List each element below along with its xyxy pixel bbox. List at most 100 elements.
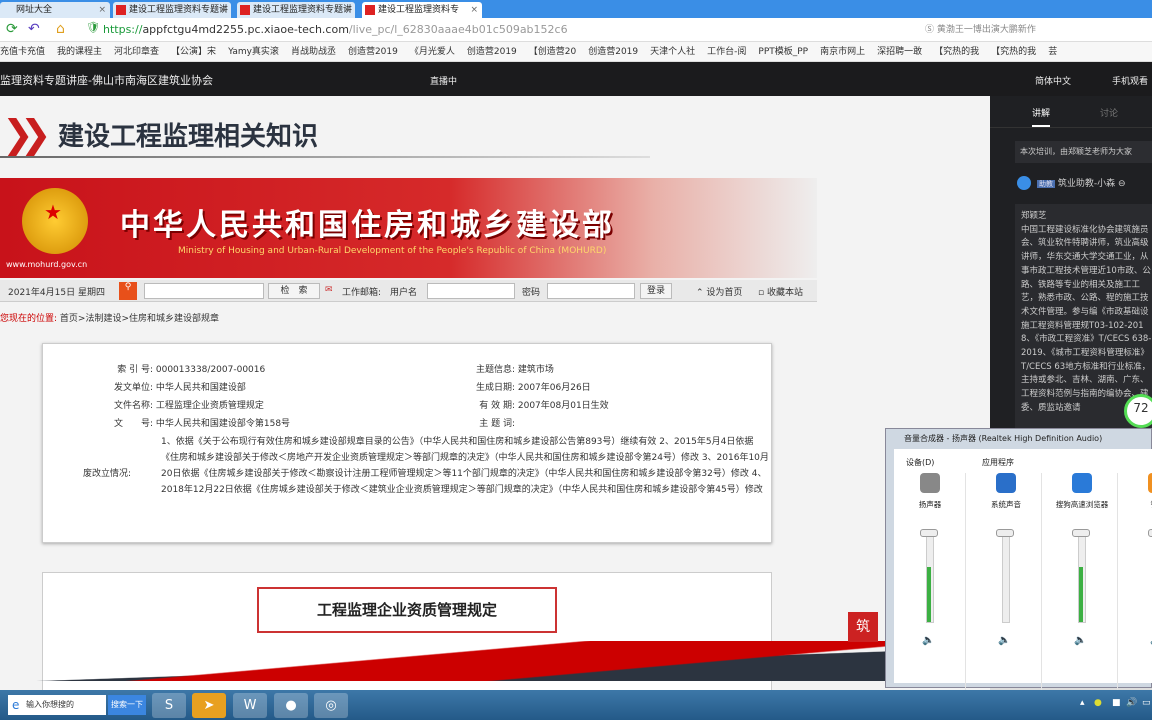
slider-handle[interactable] [996, 529, 1014, 537]
bookmark-item[interactable]: 深招聘一敢 [877, 42, 922, 61]
bookmark-item[interactable]: 【究热的我 [991, 42, 1036, 61]
national-emblem-icon: ★ [22, 188, 88, 254]
favicon-icon [116, 5, 126, 15]
divider [0, 156, 650, 158]
ministry-banner: ★ 中华人民共和国住房和城乡建设部 Ministry of Housing an… [0, 178, 817, 278]
slider-handle[interactable] [1148, 529, 1152, 537]
ie-icon: e [12, 698, 20, 712]
chevron-icon: ❯❯ [2, 112, 52, 156]
sogou-browser-icon[interactable]: S [152, 693, 186, 718]
bookmark-item[interactable]: 【究热的我 [934, 42, 979, 61]
live-sidebar: 讲解 讨论 本次培训，由郑颖芝老师为大家 助教 筑业助教-小森 ⊖ 郑颖芝 中国工程… [990, 96, 1152, 436]
taskbar-search-button[interactable]: 搜索一下 [108, 695, 146, 715]
mute-speaker-icon[interactable]: 🔈 [1074, 635, 1086, 646]
app-icon [1148, 473, 1152, 493]
mixer-channel: 钉钉 🔈 [1122, 473, 1152, 693]
slider-handle[interactable] [920, 529, 938, 537]
tab-0[interactable]: 网址大全 × [0, 2, 110, 18]
username-input[interactable] [427, 283, 515, 299]
bookmark-item[interactable]: 创造营2019 [348, 42, 398, 61]
home-icon[interactable]: ⌂ [56, 21, 65, 37]
bookmark-item[interactable]: 工作台-阅 [707, 42, 746, 61]
close-icon[interactable]: × [470, 2, 478, 18]
app-icon[interactable]: ● [274, 693, 308, 718]
network-icon[interactable]: ▭ [1142, 698, 1151, 708]
favicon-icon [240, 5, 250, 15]
level-meter [1079, 567, 1083, 622]
tab-2[interactable]: 建设工程监理资料专题讲 × [237, 2, 355, 18]
mixer-channel: 系统声音 🔈 [970, 473, 1042, 693]
speaker-icon[interactable]: 🔊 [1126, 698, 1137, 708]
secure-icon: 🛡 [86, 21, 100, 34]
bookmark-item[interactable]: 芸 [1048, 42, 1057, 61]
volume-mixer-window: 音量合成器 - 扬声器 (Realtek High Definition Aud… [885, 428, 1152, 693]
mixer-channel: 搜狗高速浏览器 🔈 [1046, 473, 1118, 693]
tray-app-icon[interactable]: ● [1094, 698, 1102, 708]
browser-tab-bar: 网址大全 × 建设工程监理资料专题讲 × 建设工程监理资料专题讲 × 建设工程监理资料… [0, 0, 1152, 18]
role-badge: 助教 [1037, 180, 1055, 188]
bookmark-item[interactable]: PPT模板_PP [758, 42, 808, 61]
more-icon[interactable]: ⊖ [1118, 179, 1126, 189]
word-icon[interactable]: W [233, 693, 267, 718]
live-status: 直播中 [430, 77, 458, 87]
set-home-link[interactable]: ⌃ 设为首页 [696, 285, 742, 298]
site-search-input[interactable] [144, 283, 264, 299]
tab-explain[interactable]: 讲解 [1032, 106, 1051, 127]
mixer-channel: 扬声器 🔈 [894, 473, 966, 693]
dingtalk-icon[interactable]: ➤ [192, 693, 226, 718]
page-header: 监理资料专题讲座-佛山市南海区建筑业协会 直播中 简体中文 手机观看 [0, 62, 1152, 96]
announcement: 本次培训，由郑颖芝老师为大家 [1015, 141, 1152, 163]
mobile-view-button[interactable]: 手机观看 [1112, 74, 1148, 87]
taskbar-search-input[interactable]: e 输入你想搜的 [8, 695, 106, 715]
bookmark-item[interactable]: 河北印章查 [114, 42, 159, 61]
level-meter [927, 567, 931, 622]
close-icon[interactable]: × [219, 2, 227, 18]
search-button[interactable]: 检 索 [268, 283, 320, 299]
document-meta-panel: 索 引 号: 000013338/2007-00016 主题信息: 建筑市场 发… [42, 343, 772, 543]
bookmark-item[interactable]: 《月光爱人 [410, 42, 455, 61]
zhuye-logo: 筑 [848, 612, 878, 642]
slider-handle[interactable] [1072, 529, 1090, 537]
site-toolbar: 2021年4月15日 星期四 ⚲ 检 索 ✉ 工作邮箱: 用户名 密码 登录 ⌃… [0, 280, 817, 302]
bookmark-item[interactable]: 肖战助战丞 [291, 42, 336, 61]
page-title: 监理资料专题讲座-佛山市南海区建筑业协会 [0, 74, 213, 87]
refresh-icon[interactable]: ⟳ [6, 21, 18, 37]
taskbar: e 输入你想搜的 搜索一下 S ➤ W ● ◎ ▴ ● ■ 🔊 ▭ [0, 690, 1152, 720]
slide-title: 建设工程监理相关知识 [58, 122, 319, 152]
favicon-icon [365, 5, 375, 15]
mute-speaker-icon[interactable]: 🔈 [922, 635, 934, 646]
undo-icon[interactable]: ↶ [28, 21, 40, 37]
bookmark-item[interactable]: 天津个人社 [650, 42, 695, 61]
bookmark-link[interactable]: ▫ 收藏本站 [758, 285, 803, 298]
tray-app2-icon[interactable]: ■ [1112, 698, 1121, 708]
tab-3[interactable]: 建设工程监理资料专 × [362, 2, 482, 18]
close-icon[interactable]: × [343, 2, 351, 18]
password-input[interactable] [547, 283, 635, 299]
bookmark-item[interactable]: 创造营2019 [467, 42, 517, 61]
mute-speaker-icon[interactable]: 🔈 [998, 635, 1010, 646]
bookmark-item[interactable]: 南京市网上 [820, 42, 865, 61]
close-icon[interactable]: × [98, 2, 106, 18]
window-title: 音量合成器 - 扬声器 (Realtek High Definition Aud… [904, 434, 1103, 443]
search-icon[interactable]: ⚲ [119, 282, 137, 300]
bookmark-item[interactable]: Yamy真实滚 [228, 42, 279, 61]
tab-discussion[interactable]: 讨论 [1100, 106, 1118, 119]
bookmark-item[interactable]: 充值卡充值 [0, 42, 45, 61]
volume-control-icon[interactable]: ◎ [314, 693, 348, 718]
bookmark-item[interactable]: 【公演】宋 [171, 42, 216, 61]
bookmark-item[interactable]: 【创造营20 [529, 42, 576, 61]
url-input[interactable]: https://appfctgu4md2255.pc.xiaoe-tech.co… [103, 23, 568, 36]
language-select[interactable]: 简体中文 [1035, 74, 1071, 87]
bookmark-item[interactable]: 我的课程主 [57, 42, 102, 61]
speed-indicator: 72 [1124, 394, 1152, 428]
volume-slider[interactable] [1002, 533, 1010, 623]
login-button[interactable]: 登录 [640, 283, 672, 299]
document-title: 工程监理企业资质管理规定 [257, 587, 557, 633]
tray-expand-icon[interactable]: ▴ [1080, 698, 1085, 708]
address-bar: ⟳ ↶ ⌂ 🛡 https://appfctgu4md2255.pc.xiaoe… [0, 18, 1152, 42]
tab-1[interactable]: 建设工程监理资料专题讲 × [113, 2, 231, 18]
app-icon [920, 473, 940, 493]
avatar [1017, 176, 1031, 190]
browser-search-input[interactable]: Ⓢ 黄渤王一博出演大鹏新作 [925, 22, 1125, 38]
bookmark-item[interactable]: 创造营2019 [588, 42, 638, 61]
